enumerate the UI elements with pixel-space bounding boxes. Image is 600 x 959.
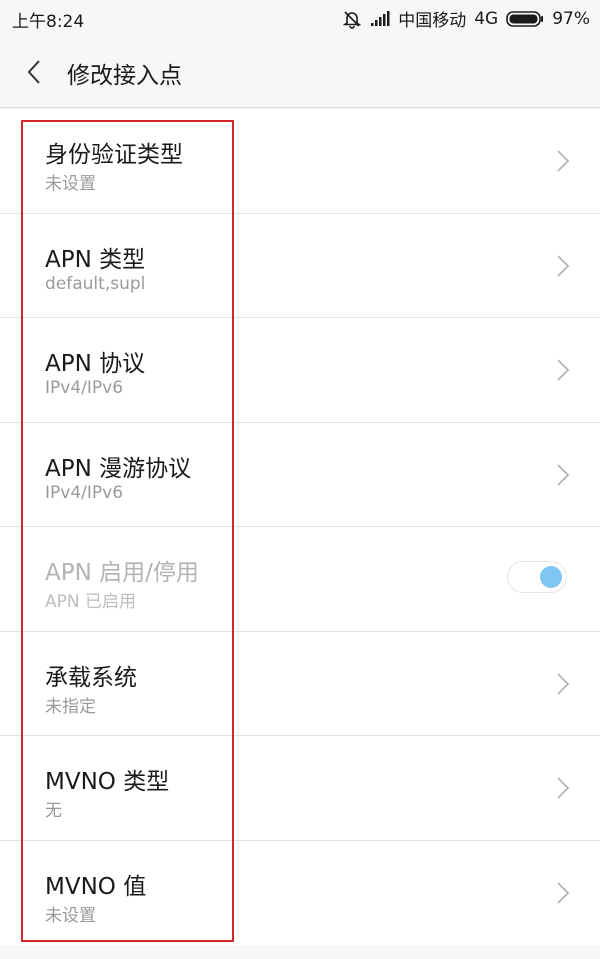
setting-apn-type[interactable]: APN 类型 default,supl (0, 214, 600, 318)
back-button[interactable] (14, 52, 54, 92)
status-bar: 上午8:24 中国移动 4G 97% (0, 0, 600, 36)
bottom-strip (0, 945, 600, 959)
setting-apn-protocol[interactable]: APN 协议 IPv4/IPv6 (0, 318, 600, 423)
setting-value: default,supl (45, 273, 146, 294)
setting-mvno-type[interactable]: MVNO 类型 无 (0, 736, 600, 841)
status-time: 上午8:24 (12, 12, 85, 32)
page-title: 修改接入点 (67, 63, 182, 89)
signal-icon (370, 10, 390, 27)
chevron-right-icon (557, 150, 570, 172)
setting-title: 承载系统 (45, 664, 137, 691)
setting-title: MVNO 类型 (45, 769, 170, 795)
setting-title: APN 漫游协议 (45, 455, 192, 482)
status-indicators: 中国移动 4G 97% (334, 6, 590, 31)
setting-bearer-system[interactable]: 承载系统 未指定 (0, 632, 600, 736)
bell-off-icon (342, 9, 362, 29)
battery-percent: 97% (552, 8, 590, 29)
setting-auth-type[interactable]: 身份验证类型 未设置 (0, 109, 600, 214)
setting-value: IPv4/IPv6 (45, 482, 124, 503)
setting-mvno-value[interactable]: MVNO 值 未设置 (0, 841, 600, 946)
chevron-right-icon (557, 254, 570, 277)
setting-apn-roaming-protocol[interactable]: APN 漫游协议 IPv4/IPv6 (0, 423, 600, 527)
setting-value: 未指定 (45, 696, 96, 717)
chevron-right-icon (557, 777, 570, 799)
chevron-right-icon (557, 672, 570, 695)
setting-value: 无 (45, 801, 62, 821)
chevron-left-icon (27, 60, 40, 84)
chevron-right-icon (557, 359, 570, 381)
toggle-knob (540, 566, 562, 588)
apn-enable-toggle[interactable] (507, 561, 567, 593)
battery-icon (506, 10, 544, 27)
chevron-right-icon (557, 881, 570, 904)
setting-title: APN 协议 (45, 351, 146, 377)
setting-value: APN 已启用 (45, 592, 137, 612)
chevron-right-icon (557, 463, 570, 486)
setting-title: MVNO 值 (45, 873, 147, 900)
network-type: 4G (474, 8, 499, 29)
title-bar: 修改接入点 (0, 36, 600, 108)
setting-value: 未设置 (45, 905, 96, 926)
setting-apn-enable: APN 启用/停用 APN 已启用 (0, 527, 600, 632)
setting-value: IPv4/IPv6 (45, 378, 124, 398)
carrier-name: 中国移动 (398, 11, 467, 31)
settings-list: 身份验证类型 未设置 APN 类型 default,supl APN 协议 IP… (0, 109, 600, 945)
setting-title: 身份验证类型 (45, 142, 183, 168)
setting-title: APN 启用/停用 (45, 560, 199, 586)
setting-title: APN 类型 (45, 246, 146, 273)
setting-value: 未设置 (45, 174, 96, 194)
